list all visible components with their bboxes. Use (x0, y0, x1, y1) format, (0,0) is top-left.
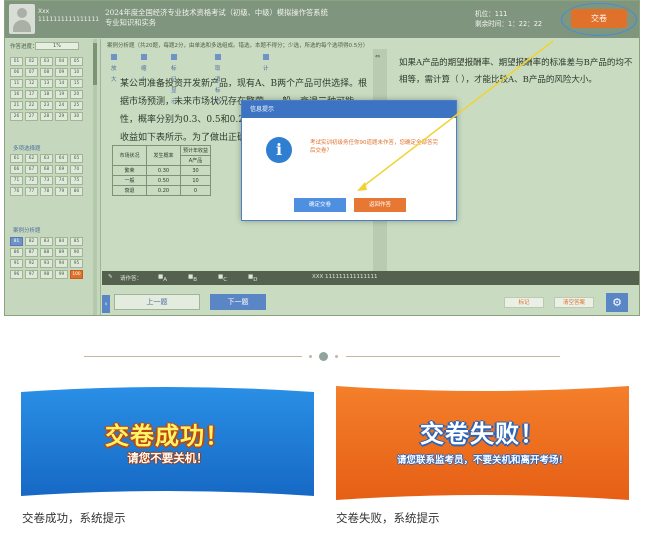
fail-subtitle: 请您联系监考员，不要关机和离开考场！ (396, 455, 568, 466)
success-caption: 交卷成功，系统提示 (22, 511, 126, 525)
fail-banner: 交卷失败！ 请您联系监考员，不要关机和离开考场！ (336, 386, 629, 500)
divider-dot (319, 352, 328, 361)
success-subtitle: 请您不要关机！ (127, 451, 208, 465)
success-banner: 交卷成功！ 请您不要关机！ (21, 386, 314, 500)
exam-screenshot: Xxx 1111111111111111 2024年度全国经济专业技术资格考试（… (4, 0, 640, 316)
section-divider (84, 352, 560, 361)
success-title: 交卷成功！ (105, 422, 230, 450)
arrow-head (357, 182, 367, 191)
divider-line-left (84, 356, 302, 357)
divider-dot-small (309, 355, 312, 358)
divider-line-right (346, 356, 560, 357)
annotation-arrow (357, 40, 554, 191)
fail-caption: 交卷失败，系统提示 (336, 511, 440, 525)
arrow-line (360, 40, 554, 189)
divider-dot-small (335, 355, 338, 358)
fail-title: 交卷失败！ (420, 420, 545, 448)
